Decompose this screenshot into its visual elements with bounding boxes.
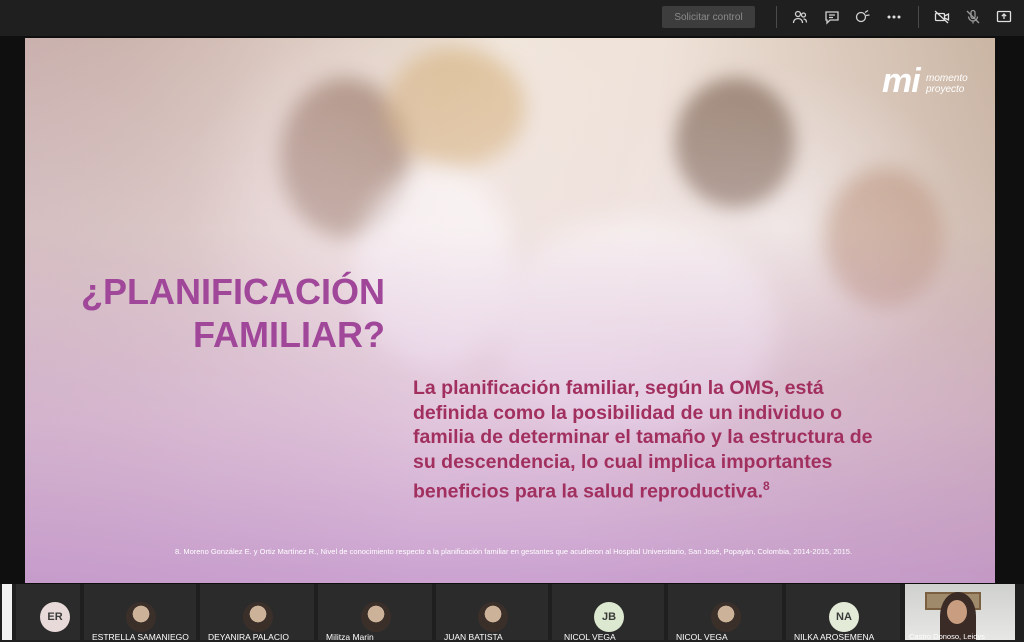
- avatar: [478, 602, 508, 632]
- participant-strip: ER ESTRELLA SAMANIEGO DEYANIRA PALACIO M…: [0, 584, 1024, 642]
- avatar: ER: [40, 602, 70, 632]
- participant-name: NILKA AROSEMENA: [794, 632, 875, 642]
- avatar: NA: [829, 602, 859, 632]
- raise-hand-icon[interactable]: [854, 8, 872, 26]
- participant-tile[interactable]: DEYANIRA PALACIO: [198, 584, 314, 642]
- more-icon[interactable]: [885, 8, 903, 26]
- avatar: [126, 602, 156, 632]
- participant-tile[interactable]: JB NICOL VEGA: [550, 584, 664, 642]
- participant-name: Militza Marin: [326, 632, 374, 642]
- participant-name: DEYANIRA PALACIO: [208, 632, 289, 642]
- participant-name: ESTRELLA SAMANIEGO: [92, 632, 189, 642]
- participant-name: NICOL VEGA: [676, 632, 728, 642]
- avatar: [361, 602, 391, 632]
- participant-tile[interactable]: NICOL VEGA: [666, 584, 782, 642]
- participant-tile[interactable]: ER: [14, 584, 80, 640]
- slide-body-text: La planificación familiar, según la OMS,…: [413, 377, 873, 503]
- participant-tile[interactable]: Militza Marin: [316, 584, 432, 642]
- mic-off-icon[interactable]: [964, 8, 982, 26]
- slide-reference: 8. Moreno González E. y Ortiz Martínez R…: [175, 547, 853, 556]
- slide-title-line-1: ¿PLANIFICACIÓN: [81, 271, 385, 312]
- footnote-marker: 8: [763, 479, 770, 493]
- avatar: JB: [594, 602, 624, 632]
- self-view-name: Castro Donoso, Leidys: [909, 632, 985, 640]
- participant-name: JUAN BATISTA: [444, 632, 503, 642]
- participant-tile[interactable]: [0, 584, 12, 640]
- meeting-toolbar: Solicitar control: [0, 0, 1024, 36]
- self-view-video[interactable]: Castro Donoso, Leidys: [905, 584, 1015, 640]
- toolbar-divider: [776, 6, 777, 28]
- participant-tile[interactable]: ESTRELLA SAMANIEGO: [82, 584, 196, 642]
- slide-body: La planificación familiar, según la OMS,…: [413, 376, 873, 504]
- brand-logo: mi momento proyecto: [882, 62, 982, 102]
- participant-tile[interactable]: NA NILKA AROSEMENA: [784, 584, 900, 642]
- participant-name: NICOL VEGA: [564, 632, 616, 642]
- participant-tile[interactable]: JUAN BATISTA: [434, 584, 548, 642]
- logo-mark: mi: [882, 62, 921, 100]
- slide-title-line-2: FAMILIAR?: [193, 314, 385, 355]
- slide-title: ¿PLANIFICACIÓN FAMILIAR?: [65, 270, 385, 356]
- self-view-face: [947, 600, 967, 624]
- share-screen-icon[interactable]: [995, 8, 1013, 26]
- participants-icon[interactable]: [791, 8, 809, 26]
- avatar: [243, 602, 273, 632]
- shared-content-area: mi momento proyecto ¿PLANIFICACIÓN FAMIL…: [0, 36, 1024, 584]
- chat-icon[interactable]: [823, 8, 841, 26]
- request-control-button[interactable]: Solicitar control: [662, 6, 755, 28]
- toolbar-divider: [918, 6, 919, 28]
- presentation-slide: mi momento proyecto ¿PLANIFICACIÓN FAMIL…: [25, 38, 995, 583]
- avatar: [711, 602, 741, 632]
- logo-line-1: momento: [926, 73, 968, 84]
- logo-line-2: proyecto: [926, 84, 965, 95]
- camera-off-icon[interactable]: [933, 8, 951, 26]
